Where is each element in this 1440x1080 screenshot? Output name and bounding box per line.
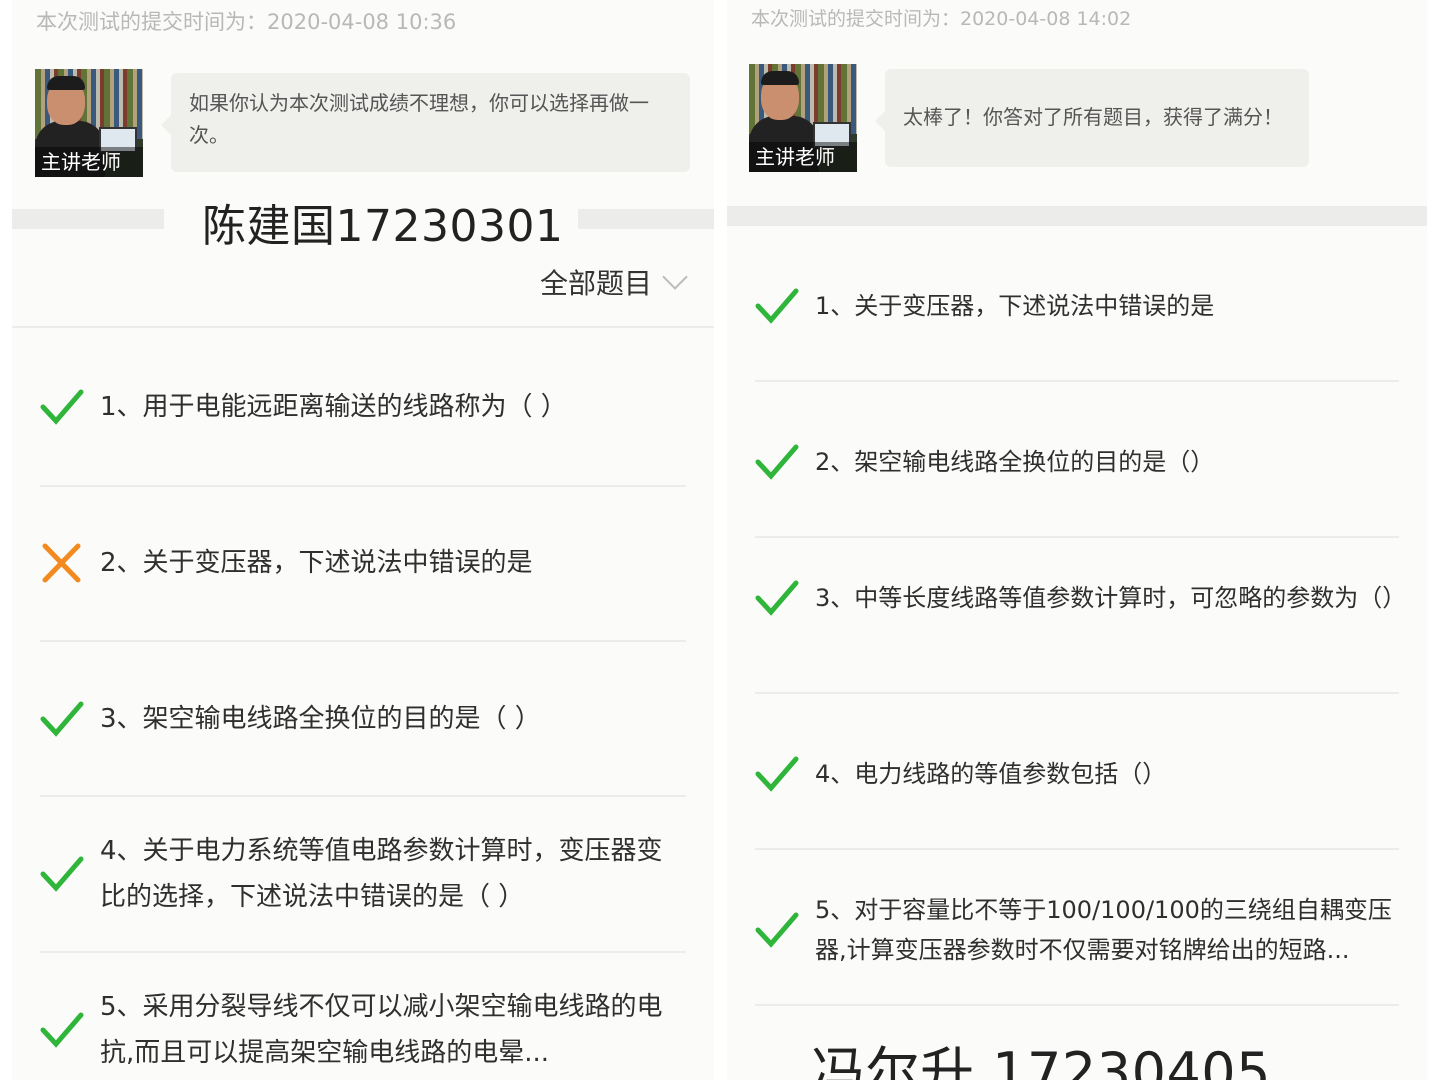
divider	[12, 326, 714, 328]
teacher-tag: 主讲老师	[749, 142, 857, 172]
question-text: 1、用于电能远距离输送的线路称为（ ）	[100, 392, 567, 422]
question-text: 1、关于变压器，下述说法中错误的是	[815, 292, 1215, 320]
question-item-2[interactable]: 2、架空输电线路全换位的目的是（）	[755, 442, 1405, 482]
question-text: 2、架空输电线路全换位的目的是（）	[815, 448, 1215, 476]
question-item-4[interactable]: 4、关于电力系统等值电路参数计算时，变压器变比的选择，下述说法中错误的是（ ）	[40, 828, 690, 920]
question-text: 2、关于变压器，下述说法中错误的是	[100, 548, 533, 578]
check-icon	[755, 912, 799, 948]
teacher-avatar[interactable]: 主讲老师	[749, 64, 857, 172]
question-text: 4、电力线路的等值参数包括（）	[815, 760, 1167, 788]
check-icon	[40, 701, 84, 737]
check-icon	[755, 580, 799, 616]
divider-bar	[12, 209, 164, 229]
question-text: 5、对于容量比不等于100/100/100的三绕组自耦变压器,计算变压器参数时不…	[815, 896, 1392, 964]
question-item-2[interactable]: 2、关于变压器，下述说法中错误的是	[40, 540, 690, 586]
divider	[755, 848, 1399, 850]
teacher-message-bubble: 太棒了！你答对了所有题目，获得了满分！	[875, 69, 1309, 167]
divider	[40, 795, 686, 797]
question-item-4[interactable]: 4、电力线路的等值参数包括（）	[755, 754, 1405, 794]
divider	[755, 380, 1399, 382]
student-name-title: 陈建国17230301	[202, 201, 564, 252]
check-icon	[755, 444, 799, 480]
question-item-5[interactable]: 5、对于容量比不等于100/100/100的三绕组自耦变压器,计算变压器参数时不…	[755, 890, 1405, 970]
question-item-5[interactable]: 5、采用分裂导线不仅可以减小架空输电线路的电抗,而且可以提高架空输电线路的电晕.…	[40, 984, 690, 1076]
student-name-title: 冯尔升 17230405	[811, 1041, 1272, 1080]
teacher-avatar[interactable]: 主讲老师	[35, 69, 143, 177]
filter-label: 全部题目	[539, 267, 652, 300]
question-text: 5、采用分裂导线不仅可以减小架空输电线路的电抗,而且可以提高架空输电线路的电晕.…	[100, 992, 663, 1068]
divider	[755, 536, 1399, 538]
right-screenshot-panel: 本次测试的提交时间为：2020-04-08 14:02 主讲老师 太棒了！你答对…	[727, 0, 1427, 1080]
divider	[755, 1004, 1399, 1006]
question-text: 3、架空输电线路全换位的目的是（ ）	[100, 704, 541, 734]
check-icon	[40, 1012, 84, 1048]
divider	[40, 485, 686, 487]
teacher-tag: 主讲老师	[35, 147, 143, 177]
cross-icon	[42, 543, 81, 583]
divider	[40, 951, 686, 953]
check-icon	[40, 389, 84, 425]
divider	[755, 692, 1399, 694]
divider-bar	[578, 209, 714, 229]
question-item-3[interactable]: 3、架空输电线路全换位的目的是（ ）	[40, 696, 690, 742]
question-text: 4、关于电力系统等值电路参数计算时，变压器变比的选择，下述说法中错误的是（ ）	[100, 836, 663, 912]
question-filter-dropdown[interactable]: 全部题目	[539, 262, 688, 302]
chevron-down-icon	[662, 264, 688, 290]
question-text: 3、中等长度线路等值参数计算时，可忽略的参数为（）	[815, 584, 1407, 612]
check-icon	[755, 756, 799, 792]
check-icon	[40, 856, 84, 892]
question-item-1[interactable]: 1、关于变压器，下述说法中错误的是	[755, 286, 1405, 326]
teacher-message-bubble: 如果你认为本次测试成绩不理想，你可以选择再做一次。	[161, 73, 690, 172]
avatar-hair	[47, 76, 85, 90]
question-item-3[interactable]: 3、中等长度线路等值参数计算时，可忽略的参数为（）	[755, 578, 1407, 618]
avatar-hair	[761, 71, 799, 85]
divider-bar	[727, 206, 1427, 226]
submit-time-text: 本次测试的提交时间为：2020-04-08 10:36	[36, 10, 457, 34]
divider	[40, 640, 686, 642]
left-screenshot-panel: 本次测试的提交时间为：2020-04-08 10:36 主讲老师 如果你认为本次…	[12, 0, 714, 1080]
submit-time-text: 本次测试的提交时间为：2020-04-08 14:02	[751, 8, 1132, 30]
question-item-1[interactable]: 1、用于电能远距离输送的线路称为（ ）	[40, 384, 690, 430]
check-icon	[755, 288, 799, 324]
